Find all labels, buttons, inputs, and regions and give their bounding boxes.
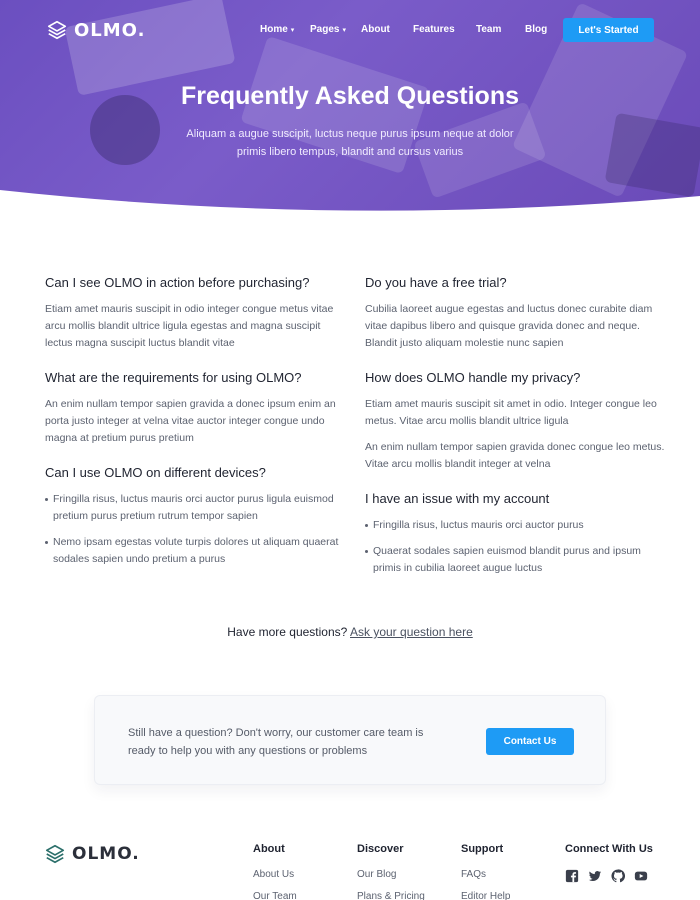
github-icon[interactable] (611, 869, 625, 883)
contact-text: Still have a question? Don't worry, our … (128, 727, 424, 757)
layers-logo-icon (47, 20, 67, 40)
faq-answer: Etiam amet mauris suscipit in odio integ… (45, 303, 334, 349)
twitter-icon[interactable] (588, 869, 602, 883)
youtube-icon[interactable] (634, 869, 648, 883)
layers-logo-icon (45, 844, 65, 864)
contact-card: Still have a question? Don't worry, our … (94, 695, 606, 785)
contact-us-button[interactable]: Contact Us (486, 728, 574, 755)
faq-item: Can I use OLMO on different devices? Fri… (45, 465, 345, 568)
footer-heading: Support (461, 843, 504, 855)
footer-column-connect: Connect With Us (565, 843, 653, 883)
footer-heading: Discover (357, 843, 404, 855)
faq-bullet-list: Fringilla risus, luctus mauris orci auct… (365, 517, 665, 577)
nav-about[interactable]: About (361, 24, 390, 35)
faq-answer: An enim nullam tempor sapien gravida a d… (45, 398, 336, 444)
faq-bullet: Fringilla risus, luctus mauris orci auct… (45, 491, 345, 525)
faq-bullet: Fringilla risus, luctus mauris orci auct… (365, 517, 665, 534)
chevron-down-icon: ▾ (290, 27, 295, 34)
footer-link-about-us[interactable]: About Us (253, 869, 297, 880)
faq-item: Can I see OLMO in action before purchasi… (45, 275, 345, 352)
nav-blog[interactable]: Blog (525, 24, 547, 35)
faq-question: I have an issue with my account (365, 491, 550, 506)
nav-team[interactable]: Team (476, 24, 501, 35)
faq-column-left: Can I see OLMO in action before purchasi… (45, 275, 345, 586)
faq-answer: Cubilia laoreet augue egestas and luctus… (365, 303, 653, 349)
hero-section: OLMO. Home ▾ Pages ▾ About Features Team B… (0, 0, 700, 220)
brand-name: OLMO. (74, 19, 146, 41)
faq-answer: An enim nullam tempor sapien gravida don… (365, 441, 665, 470)
footer-link-our-blog[interactable]: Our Blog (357, 869, 425, 880)
social-links (565, 869, 653, 883)
faq-question: What are the requirements for using OLMO… (45, 370, 302, 385)
header-logo[interactable]: OLMO. (46, 19, 145, 41)
faq-item: I have an issue with my account Fringill… (365, 491, 665, 577)
footer-column-support: Support FAQs Editor Help (461, 843, 510, 900)
faq-question: How does OLMO handle my privacy? (365, 370, 581, 385)
nav-pages[interactable]: Pages ▾ (310, 24, 346, 35)
nav-features[interactable]: Features (413, 24, 455, 35)
footer-link-faqs[interactable]: FAQs (461, 869, 510, 880)
footer-link-editor-help[interactable]: Editor Help (461, 891, 510, 900)
footer-brand-name: OLMO. (72, 844, 140, 864)
footer-link-our-team[interactable]: Our Team (253, 891, 297, 900)
chevron-down-icon: ▾ (342, 27, 346, 34)
footer-column-discover: Discover Our Blog Plans & Pricing (357, 843, 425, 900)
faq-answer: Etiam amet mauris suscipit sit amet in o… (365, 398, 657, 427)
page-subtitle: Aliquam a augue suscipit, luctus neque p… (186, 128, 514, 158)
faq-bullet: Nemo ipsam egestas volute turpis dolores… (45, 534, 345, 568)
more-questions-text: Have more questions? (227, 625, 348, 639)
faq-question: Can I use OLMO on different devices? (45, 465, 266, 480)
footer-column-about: About About Us Our Team (253, 843, 297, 900)
faq-item: How does OLMO handle my privacy? Etiam a… (365, 370, 665, 473)
faq-bullet-list: Fringilla risus, luctus mauris orci auct… (45, 491, 345, 568)
footer-link-plans-pricing[interactable]: Plans & Pricing (357, 891, 425, 900)
nav-home[interactable]: Home ▾ (260, 24, 294, 35)
hero-wave (0, 190, 700, 220)
faq-bullet: Quaerat sodales sapien euismod blandit p… (365, 543, 665, 577)
faq-question: Do you have a free trial? (365, 275, 507, 290)
faq-column-right: Do you have a free trial? Cubilia laoree… (365, 275, 665, 595)
footer-heading: Connect With Us (565, 843, 653, 855)
page-title: Frequently Asked Questions (180, 82, 520, 110)
more-questions: Have more questions? Ask your question h… (0, 625, 700, 639)
ask-question-link[interactable]: Ask your question here (350, 625, 473, 639)
lets-started-button[interactable]: Let's Started (563, 18, 654, 42)
faq-item: What are the requirements for using OLMO… (45, 370, 345, 447)
footer-heading: About (253, 843, 285, 855)
faq-question: Can I see OLMO in action before purchasi… (45, 275, 310, 290)
footer-logo[interactable]: OLMO. (44, 843, 140, 865)
faq-item: Do you have a free trial? Cubilia laoree… (365, 275, 665, 352)
facebook-icon[interactable] (565, 869, 579, 883)
